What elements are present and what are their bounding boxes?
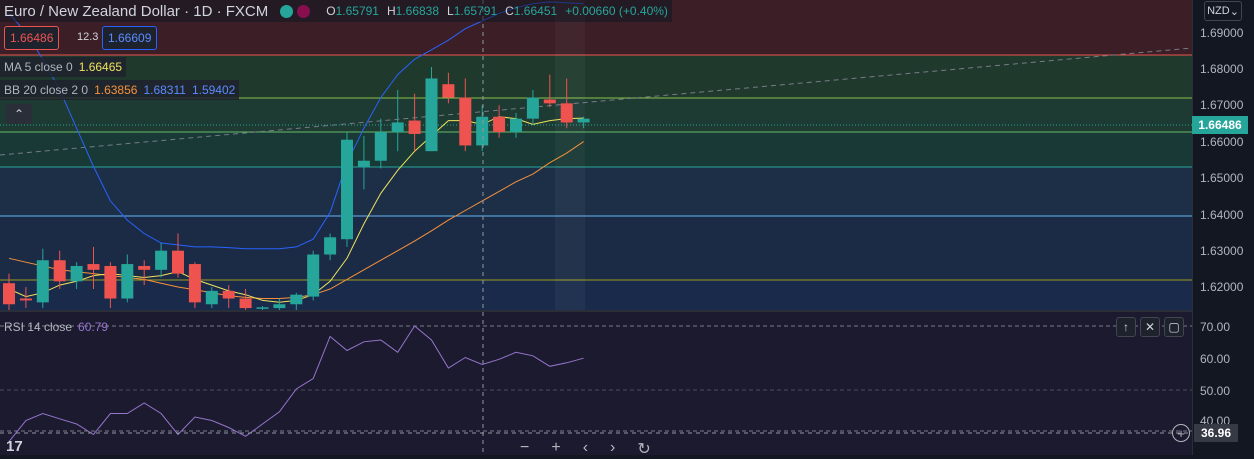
ohlc-values: O1.65791 H1.66838 L1.65791 C1.66451 +0.0… [322,4,672,18]
chevron-up-icon: ⌃ [13,107,25,121]
rsi-tick: 70.00 [1200,320,1231,334]
candle-body[interactable] [53,260,66,282]
rsi-tick: 50.00 [1200,384,1231,398]
candle-body[interactable] [459,97,472,146]
candle-body[interactable] [526,97,539,119]
candle-body[interactable] [307,254,320,297]
spread-value: 12.3 [77,31,99,43]
price-tick: 1.67000 [1200,98,1244,112]
current-price-label: 1.66486 [1192,116,1248,134]
candle-body[interactable] [256,307,269,309]
chevron-right-icon[interactable]: › [610,439,615,459]
reset-icon[interactable]: ↻ [637,439,650,459]
close-icon[interactable]: ✕ [1140,317,1160,337]
candle-body[interactable] [493,116,506,133]
bb-upper-value: 1.68311 [143,83,186,97]
candle-body[interactable] [121,264,134,299]
candle-body[interactable] [391,122,404,133]
chart-navigation: − + ‹ › ↻ [520,439,651,459]
crosshair-value-label: 36.96 [1194,424,1238,442]
candle-body[interactable] [87,264,100,270]
price-tick: 1.68000 [1200,62,1244,76]
buy-button[interactable]: 1.66609 [102,26,158,50]
add-alert-icon[interactable]: + [1172,424,1190,442]
bb-legend[interactable]: BB 20 close 2 0 1.63856 1.68311 1.59402 [0,80,240,100]
candle-body[interactable] [70,265,83,282]
status-dot-icon [280,4,294,18]
candle-body[interactable] [510,118,522,133]
rsi-value: 60.79 [78,320,109,334]
maximize-icon[interactable]: ▢ [1164,317,1184,337]
price-tick: 1.63000 [1200,244,1244,258]
rsi-label: RSI 14 close [4,320,73,334]
candle-body[interactable] [3,283,15,305]
chevron-down-icon: ⌄ [1229,5,1239,18]
candle-body[interactable] [408,120,421,134]
market-status[interactable] [280,4,314,18]
price-tick: 1.65000 [1200,171,1244,185]
symbol-title[interactable]: Euro / New Zealand Dollar · 1D · FXCM [0,3,274,20]
chevron-left-icon[interactable]: ‹ [583,439,588,459]
candle-body[interactable] [104,265,117,299]
candle-body[interactable] [19,298,32,301]
candle-body[interactable] [324,237,337,255]
candle-body[interactable] [290,294,303,305]
plus-icon[interactable]: + [551,439,560,459]
candle-body[interactable] [374,132,387,161]
candle-body[interactable] [239,298,252,309]
candle-body[interactable] [172,250,184,274]
tradingview-logo-icon[interactable]: 17 [6,438,23,455]
candle-body[interactable] [341,139,353,240]
ma-legend[interactable]: MA 5 close 0 1.66465 [0,57,127,77]
price-tick: 1.62000 [1200,280,1244,294]
ohlc-high: H1.66838 [386,4,440,18]
candle-body[interactable] [442,84,455,98]
ohlc-change: +0.00660 (+0.40%) [565,4,668,18]
last-bar-highlight [555,0,585,310]
candle-body[interactable] [476,116,489,146]
candle-body[interactable] [138,265,151,270]
bb-label: BB 20 close 2 0 [4,83,89,97]
ma-value: 1.66465 [78,60,123,74]
arrow-up-icon[interactable]: ↑ [1116,317,1136,337]
candle-body[interactable] [205,290,218,305]
sell-button[interactable]: 1.66486 [4,26,60,50]
candle-body[interactable] [155,250,168,270]
bb-lower-value: 1.59402 [191,83,236,97]
minus-icon[interactable]: − [520,439,529,459]
symbol-header: Euro / New Zealand Dollar · 1D · FXCM O1… [0,0,672,22]
currency-selector[interactable]: NZD ⌄ [1204,1,1242,21]
bb-basis-value: 1.63856 [94,83,138,97]
candle-body[interactable] [36,260,49,303]
candle-body[interactable] [543,99,556,104]
candle-body[interactable] [425,78,438,152]
ohlc-open: O1.65791 [326,4,379,18]
candle-body[interactable] [273,304,286,309]
candle-body[interactable] [357,160,370,167]
ohlc-close: C1.66451 [505,4,558,18]
rsi-tick: 60.00 [1200,352,1231,366]
price-tick: 1.64000 [1200,208,1244,222]
price-tick: 1.69000 [1200,26,1244,40]
pane-controls: ↑ ✕ ▢ [1116,317,1184,337]
rsi-legend[interactable]: RSI 14 close 60.79 [0,318,112,336]
price-tick: 1.66000 [1200,135,1244,149]
ohlc-low: L1.65791 [447,4,498,18]
candle-body[interactable] [560,103,573,123]
candle-body[interactable] [222,290,235,299]
chart-canvas[interactable] [0,0,1192,455]
flag-dot-icon [297,4,311,18]
candle-body[interactable] [577,118,590,123]
candle-body[interactable] [188,264,201,303]
ma-label: MA 5 close 0 [4,60,73,74]
collapse-legend-button[interactable]: ⌃ [6,104,32,124]
